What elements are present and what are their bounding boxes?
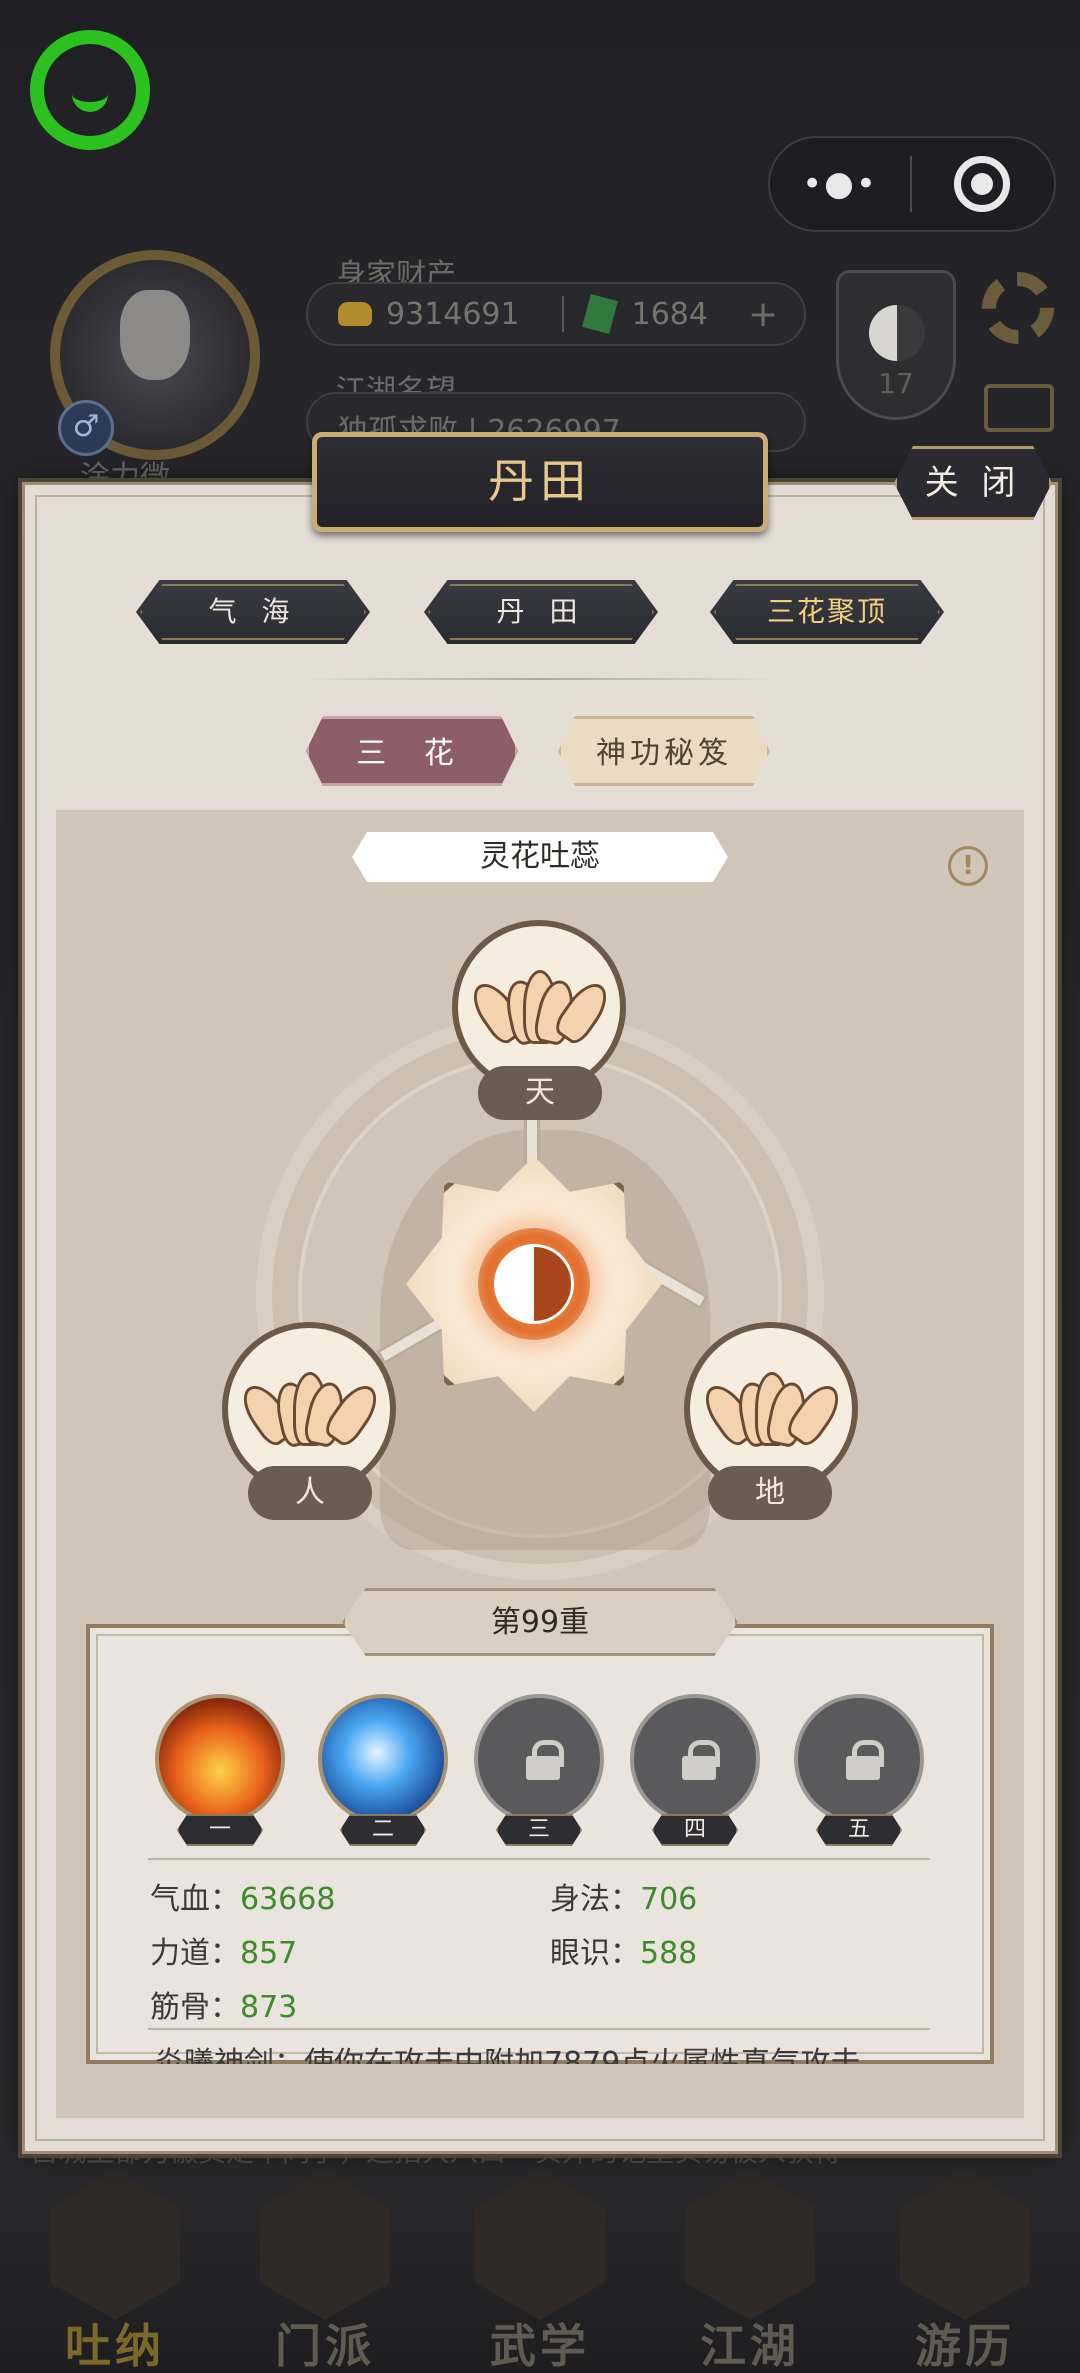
gold-amount: 9314691	[386, 296, 520, 332]
level-plate: 第99重	[342, 1588, 738, 1656]
avatar-mask-icon	[120, 290, 190, 380]
nav-item-jianghu[interactable]: 江湖	[665, 2160, 835, 2373]
male-gender-icon: ♂	[58, 400, 114, 456]
wealth-divider	[561, 296, 564, 332]
water-skill-icon	[318, 1694, 448, 1824]
bottom-navigation: 吐纳 门派 武学 江湖 游历	[0, 2160, 1080, 2373]
skill-tag: 二	[340, 1814, 426, 1846]
locked-skill-orb	[794, 1694, 924, 1824]
skill-tag: 四	[652, 1814, 738, 1846]
taiji-level-badge[interactable]: 17	[836, 270, 956, 420]
stat-value: 63668	[240, 1882, 336, 1917]
stat-label: 力道：	[150, 1936, 240, 1971]
skill-tag: 五	[816, 1814, 902, 1846]
menpai-icon	[260, 2170, 390, 2320]
tuna-icon	[50, 2170, 180, 2320]
tab-qihai[interactable]: 气 海	[136, 580, 370, 644]
stat-label: 气血：	[150, 1882, 240, 1917]
nav-item-youli[interactable]: 游历	[880, 2160, 1050, 2373]
section-ribbon: 灵花吐蕊	[352, 832, 728, 882]
stat-yanshi: 眼识：588	[550, 1928, 697, 1972]
close-button[interactable]: 关 闭	[894, 446, 1052, 520]
nav-label: 吐纳	[65, 2319, 165, 2373]
nav-item-tuna[interactable]: 吐纳	[30, 2160, 200, 2373]
locked-skill-orb	[630, 1694, 760, 1824]
node-label-tian: 天	[478, 1066, 602, 1120]
stat-value: 588	[640, 1936, 698, 1971]
skill-tag: 三	[496, 1814, 582, 1846]
nav-item-wuxue[interactable]: 武学	[455, 2160, 625, 2373]
lotus-icon	[234, 1372, 386, 1450]
skill-slot-4[interactable]: 四	[630, 1694, 760, 1846]
tab-divider	[300, 678, 780, 680]
modal-title: 丹田	[312, 432, 768, 532]
mini-program-capsule: •●•	[768, 136, 1056, 232]
jade-amount: 1684	[631, 296, 708, 332]
stat-jingu: 筋骨：873	[150, 1982, 297, 2026]
player-avatar[interactable]: ♂	[30, 250, 300, 460]
center-taiji-icon[interactable]	[478, 1228, 590, 1340]
subtab-sanhua[interactable]: 三 花	[306, 716, 518, 786]
stat-qixue: 气血：63668	[150, 1874, 335, 1918]
youli-icon	[900, 2170, 1030, 2320]
node-label-ren: 人	[248, 1466, 372, 1520]
skill-tag: 一	[177, 1814, 263, 1846]
stat-lidao: 力道：857	[150, 1928, 297, 1972]
stat-label: 身法：	[550, 1882, 640, 1917]
stat-value: 873	[240, 1990, 298, 2025]
jianghu-icon	[685, 2170, 815, 2320]
gold-ingot-icon	[338, 302, 372, 326]
nav-label: 武学	[490, 2319, 590, 2373]
lotus-icon	[464, 970, 616, 1048]
stat-label: 筋骨：	[150, 1990, 240, 2025]
jade-icon	[581, 293, 618, 335]
capsule-divider	[910, 156, 912, 212]
close-miniprogram-icon[interactable]	[954, 156, 1010, 212]
lock-icon	[682, 1740, 720, 1780]
skill-slot-5[interactable]: 五	[794, 1694, 924, 1846]
subtab-shengong-miji[interactable]: 神功秘笈	[558, 716, 770, 786]
stat-label: 眼识：	[550, 1936, 640, 1971]
mail-icon[interactable]	[984, 384, 1054, 432]
settings-gear-icon[interactable]	[982, 272, 1054, 344]
wealth-bar: 9314691 1684 +	[306, 282, 806, 346]
fire-sword-skill-icon	[155, 1694, 285, 1824]
nav-label: 游历	[915, 2319, 1015, 2373]
nav-label: 门派	[275, 2319, 375, 2373]
tab-sanhua-juding[interactable]: 三花聚顶	[710, 580, 944, 644]
lock-icon	[526, 1740, 564, 1780]
skill-slot-1[interactable]: 一	[155, 1694, 285, 1846]
yin-yang-icon	[869, 305, 925, 361]
lotus-icon	[696, 1372, 848, 1450]
badge-level: 17	[878, 367, 914, 400]
lock-icon	[846, 1740, 884, 1780]
wechat-logo-icon	[30, 30, 150, 150]
stat-shenfa: 身法：706	[550, 1874, 697, 1918]
add-currency-button[interactable]: +	[748, 294, 778, 335]
locked-skill-orb	[474, 1694, 604, 1824]
node-label-di: 地	[708, 1466, 832, 1520]
nav-item-menpai[interactable]: 门派	[240, 2160, 410, 2373]
skill-slot-3[interactable]: 三	[474, 1694, 604, 1846]
stat-value: 857	[240, 1936, 298, 1971]
stat-value: 706	[640, 1882, 698, 1917]
wuxue-icon	[475, 2170, 605, 2320]
info-icon[interactable]: !	[948, 846, 988, 886]
stats-divider-bottom	[148, 2028, 930, 2030]
tab-dantian[interactable]: 丹 田	[424, 580, 658, 644]
nav-label: 江湖	[700, 2319, 800, 2373]
skill-description: 炎曦神剑：使你在攻击中附加7879点火属性真气攻击	[154, 2046, 861, 2064]
more-options-button[interactable]: •●•	[770, 164, 910, 204]
skill-slot-2[interactable]: 二	[318, 1694, 448, 1846]
stats-divider-top	[148, 1858, 930, 1860]
